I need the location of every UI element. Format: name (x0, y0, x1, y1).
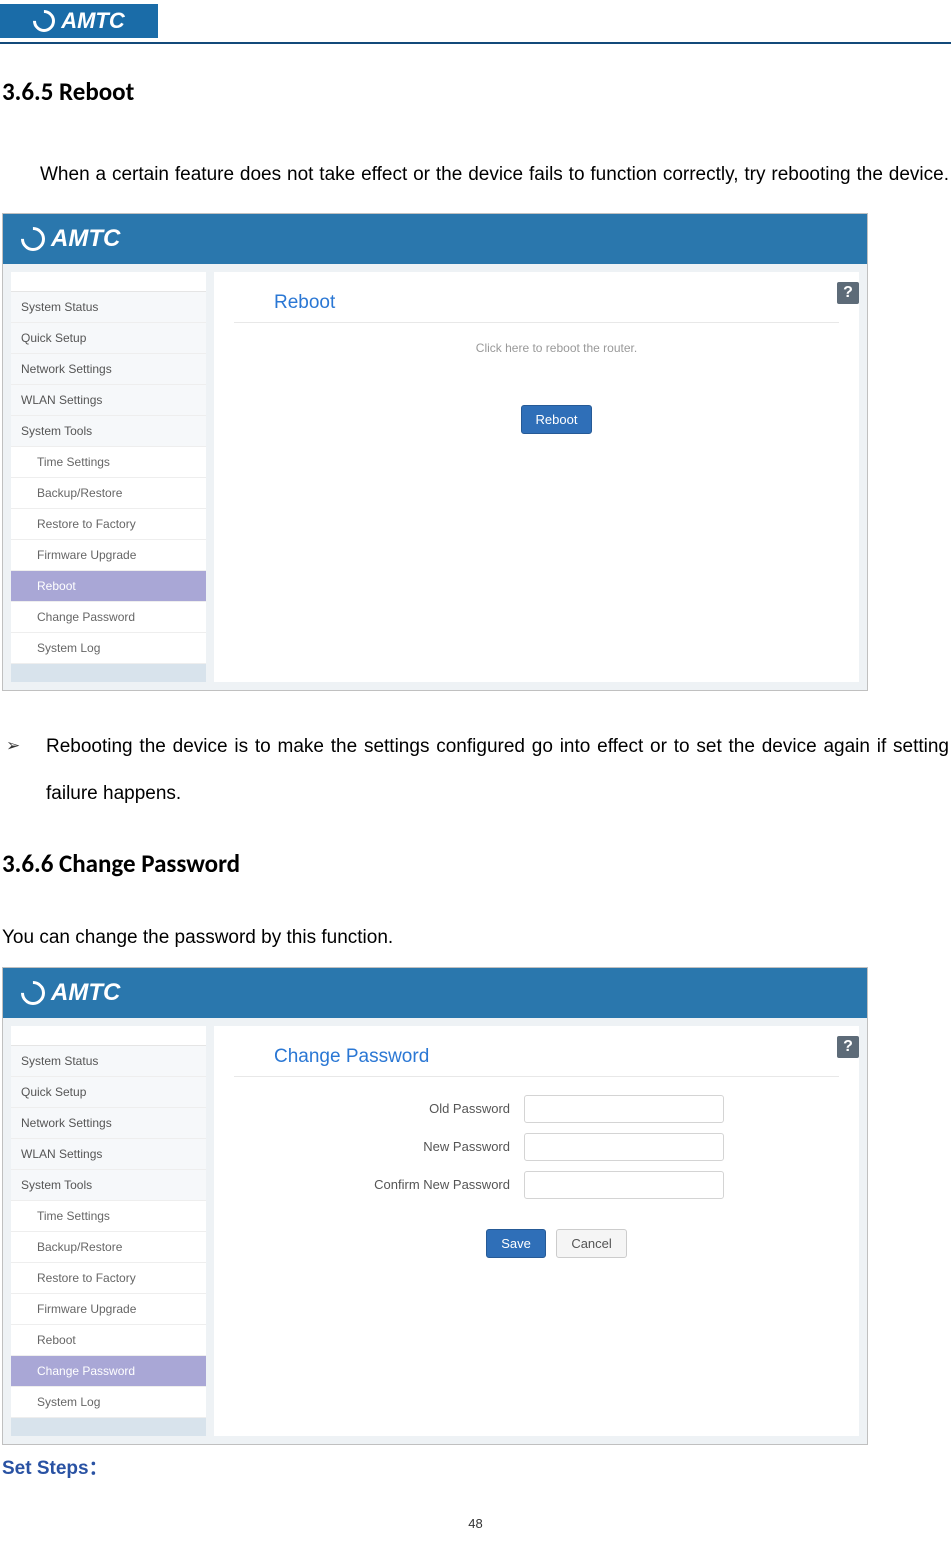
set-steps-heading: Set Steps： (2, 1453, 949, 1480)
sidebar-item-backup-restore[interactable]: Backup/Restore (11, 478, 206, 509)
input-confirm-password[interactable] (524, 1171, 724, 1199)
logo-ring-icon (16, 222, 50, 256)
router-logo-text: AMTC (51, 979, 120, 1007)
panel-hint-text: Click here to reboot the router. (234, 341, 839, 355)
router-main-panel: ? Reboot Click here to reboot the router… (214, 272, 859, 682)
sidebar-item-change-password[interactable]: Change Password (11, 602, 206, 633)
router-topbar: AMTC (3, 968, 867, 1018)
label-old-password: Old Password (274, 1101, 524, 1116)
bullet-text: Rebooting the device is to make the sett… (46, 723, 949, 818)
sidebar-item-quick-setup[interactable]: Quick Setup (11, 323, 206, 354)
form-row-old-password: Old Password (234, 1095, 839, 1123)
help-icon[interactable]: ? (837, 1036, 859, 1058)
form-row-new-password: New Password (234, 1133, 839, 1161)
router-logo-text: AMTC (51, 225, 120, 253)
router-logo: AMTC (21, 225, 120, 253)
router-sidebar: System StatusQuick SetupNetwork Settings… (11, 272, 206, 682)
changepw-intro-text: You can change the password by this func… (2, 919, 949, 957)
doc-header: AMTC (0, 4, 951, 46)
panel-title: Reboot (234, 286, 839, 323)
panel-title: Change Password (234, 1040, 839, 1077)
sidebar-item-restore-to-factory[interactable]: Restore to Factory (11, 1263, 206, 1294)
reboot-intro-text: When a certain feature does not take eff… (2, 151, 949, 199)
sidebar-item-restore-to-factory[interactable]: Restore to Factory (11, 509, 206, 540)
sidebar-item-reboot[interactable]: Reboot (11, 571, 206, 602)
sidebar-item-network-settings[interactable]: Network Settings (11, 1108, 206, 1139)
section-title-changepw: 3.6.6 Change Password (2, 848, 949, 879)
sidebar-item-system-tools[interactable]: System Tools (11, 416, 206, 447)
header-divider (0, 42, 951, 44)
bullet-marker-icon: ➢ (6, 723, 46, 818)
router-topbar: AMTC (3, 214, 867, 264)
reboot-button[interactable]: Reboot (521, 405, 593, 434)
form-row-confirm-password: Confirm New Password (234, 1171, 839, 1199)
sidebar-item-system-status[interactable]: System Status (11, 1046, 206, 1077)
sidebar-item-system-log[interactable]: System Log (11, 633, 206, 664)
sidebar-item-reboot[interactable]: Reboot (11, 1325, 206, 1356)
help-icon[interactable]: ? (837, 282, 859, 304)
sidebar-item-time-settings[interactable]: Time Settings (11, 1201, 206, 1232)
sidebar-item-backup-restore[interactable]: Backup/Restore (11, 1232, 206, 1263)
screenshot-reboot: AMTC System StatusQuick SetupNetwork Set… (2, 213, 868, 691)
sidebar-item-wlan-settings[interactable]: WLAN Settings (11, 1139, 206, 1170)
bullet-item: ➢ Rebooting the device is to make the se… (6, 723, 949, 818)
input-new-password[interactable] (524, 1133, 724, 1161)
cancel-button[interactable]: Cancel (556, 1229, 626, 1258)
router-sidebar: System StatusQuick SetupNetwork Settings… (11, 1026, 206, 1436)
logo-ring-icon (29, 5, 60, 36)
sidebar-item-wlan-settings[interactable]: WLAN Settings (11, 385, 206, 416)
sidebar-item-quick-setup[interactable]: Quick Setup (11, 1077, 206, 1108)
router-main-panel: ? Change Password Old Password New Passw… (214, 1026, 859, 1436)
sidebar-item-network-settings[interactable]: Network Settings (11, 354, 206, 385)
logo-ring-icon (16, 976, 50, 1010)
sidebar-item-firmware-upgrade[interactable]: Firmware Upgrade (11, 1294, 206, 1325)
input-old-password[interactable] (524, 1095, 724, 1123)
logo-text: AMTC (61, 8, 125, 34)
sidebar-item-system-log[interactable]: System Log (11, 1387, 206, 1418)
label-confirm-password: Confirm New Password (274, 1177, 524, 1192)
sidebar-item-firmware-upgrade[interactable]: Firmware Upgrade (11, 540, 206, 571)
sidebar-item-system-status[interactable]: System Status (11, 292, 206, 323)
sidebar-item-change-password[interactable]: Change Password (11, 1356, 206, 1387)
doc-logo: AMTC (0, 4, 158, 38)
router-logo: AMTC (21, 979, 120, 1007)
section-title-reboot: 3.6.5 Reboot (2, 76, 949, 107)
page-number: 48 (2, 1516, 949, 1531)
label-new-password: New Password (274, 1139, 524, 1154)
save-button[interactable]: Save (486, 1229, 546, 1258)
sidebar-item-system-tools[interactable]: System Tools (11, 1170, 206, 1201)
screenshot-changepw: AMTC System StatusQuick SetupNetwork Set… (2, 967, 868, 1445)
sidebar-item-time-settings[interactable]: Time Settings (11, 447, 206, 478)
